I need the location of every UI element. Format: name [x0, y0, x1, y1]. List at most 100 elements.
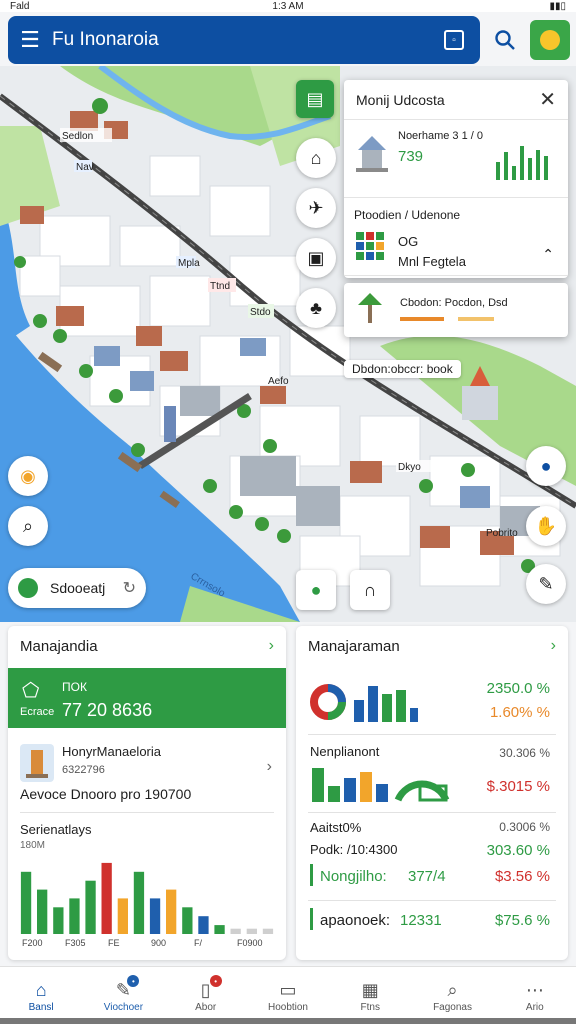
- battery-icon: ▮▮▯: [549, 0, 566, 12]
- profile-button[interactable]: [530, 20, 570, 60]
- map-label-2: Mpla: [178, 258, 200, 269]
- right-card: Manajaraman › 2350.0 % 1.60% % Nenpliano…: [296, 626, 568, 960]
- chart-tick-label: 900: [151, 938, 166, 948]
- chart-bar: [182, 907, 193, 934]
- popup-sec2-title: Ptoodien / Udenone: [354, 208, 461, 222]
- map-layer-3-button[interactable]: ▣: [296, 238, 336, 278]
- menu-icon[interactable]: ☰: [8, 16, 52, 64]
- nav-item-more[interactable]: ⋯ Ario: [494, 967, 576, 1024]
- pct-1: 2350.0 %: [486, 680, 550, 697]
- chevron-right-icon[interactable]: ›: [551, 637, 556, 655]
- schedule-icon: [18, 578, 38, 598]
- progress-orange: [400, 317, 444, 321]
- schedule-pill[interactable]: Sdooeatj ↻: [8, 568, 146, 608]
- map-label-3: Ttnd: [210, 281, 230, 292]
- book-icon: ▤: [306, 88, 324, 109]
- chart-bar: [69, 898, 80, 934]
- place-popup: Monij Udcosta ✕ Noerhame 3 1 / 0 739 Pto…: [344, 80, 568, 278]
- status-bar: Fald 1:3 AM ▮▮▯: [0, 0, 576, 12]
- tree-icon: ♣: [310, 297, 322, 318]
- zoom-search-button[interactable]: ⌕: [8, 506, 48, 546]
- nav-label: Ario: [525, 1002, 544, 1013]
- hand-icon: ✋: [534, 515, 558, 536]
- chevron-right-icon[interactable]: ›: [269, 637, 274, 655]
- chart-bar: [198, 916, 209, 934]
- chart-bar: [166, 889, 177, 934]
- map-place-chip[interactable]: Dbdon:obccr: book: [344, 360, 461, 378]
- chart-title: Serienatlays: [20, 822, 92, 837]
- map-right-3-button[interactable]: ✎: [526, 564, 566, 604]
- item-line: Aevoce Dnooro pro 190700: [20, 786, 192, 802]
- profile-icon: [540, 30, 560, 50]
- map-chat-button[interactable]: ●: [296, 570, 336, 610]
- left-card: Manajandia › ⬠ ПОК Ecrace 77 20 8636 Hon…: [8, 626, 286, 960]
- popup-section-1[interactable]: Noerhame 3 1 / 0 739: [344, 120, 568, 198]
- divider: [308, 900, 556, 901]
- locate-button[interactable]: ◉: [8, 456, 48, 496]
- nav-item-search[interactable]: ⌕ Fagonas: [411, 967, 493, 1024]
- close-icon[interactable]: ✕: [539, 87, 556, 112]
- row5-marker: [310, 908, 313, 930]
- map-label-1: Nav: [76, 162, 94, 173]
- chart-bar: [230, 928, 241, 934]
- nav-label: Fagonas: [433, 1002, 472, 1013]
- route-icon: ∩: [363, 579, 377, 600]
- popup-title: Monij Udcosta: [356, 91, 445, 108]
- nav-item-doc[interactable]: • ▯ Abor: [165, 967, 247, 1024]
- app-title: Fu Inonaroia: [52, 29, 159, 50]
- schedule-label: Sdooeatj: [50, 580, 106, 596]
- left-card-summary[interactable]: ⬠ ПОК Ecrace 77 20 8636: [8, 668, 286, 728]
- row3-pct: 303.60 %: [486, 842, 550, 859]
- popup-sec3-title: Cbodon: Pocdon, Dsd: [400, 297, 508, 309]
- nav-label: Abor: [195, 1002, 217, 1013]
- row4-num: 377/4: [408, 868, 446, 885]
- popup-section-2[interactable]: Ptoodien / Udenone OG Mnl Fegtela ⌃: [344, 198, 568, 276]
- map-outline-icon: ⬠: [22, 680, 40, 702]
- nav-item-home[interactable]: ⌂ Bansl: [0, 967, 82, 1024]
- map-label-6: Dkyo: [398, 462, 421, 473]
- row4-pct: $3.56 %: [494, 868, 550, 885]
- divider: [308, 734, 556, 735]
- chat-icon: ●: [310, 579, 322, 600]
- map-book-button[interactable]: ▤: [296, 80, 334, 118]
- map-layer-2-button[interactable]: ✈: [296, 188, 336, 228]
- sec2-grid: [356, 232, 384, 260]
- map-layer-1-button[interactable]: ⌂: [296, 138, 336, 178]
- shrine-icon: [20, 744, 54, 782]
- row5-num: 12331: [400, 912, 442, 929]
- nav-item-edit[interactable]: • ✎ Viochoer: [82, 967, 164, 1024]
- pct-2: 1.60% %: [489, 704, 550, 721]
- chart-bar: [85, 880, 96, 934]
- nav-item-camera[interactable]: ▭ Hoobtion: [247, 967, 329, 1024]
- popup-sec1-title: Noerhame 3 1 / 0: [398, 130, 483, 142]
- map-right-2-button[interactable]: ✋: [526, 506, 566, 546]
- chevron-right-icon: ›: [266, 758, 272, 775]
- map-right-1-button[interactable]: ●: [526, 446, 566, 486]
- refresh-icon: ↻: [122, 580, 136, 597]
- bottom-nav: ⌂ Bansl • ✎ Viochoer • ▯ Abor ▭ Hoobtion…: [0, 966, 576, 1024]
- chart-tick-label: F200: [22, 938, 43, 948]
- band-value: 77 20 8636: [62, 700, 153, 720]
- magnifier-icon: ⌕: [22, 515, 34, 536]
- bus-icon: ▣: [307, 247, 325, 268]
- left-card-title: Manajandia: [20, 637, 98, 655]
- nav-item-calendar[interactable]: ▦ Ftns: [329, 967, 411, 1024]
- row2-value: 30.306 %: [499, 746, 550, 760]
- map-label-7: Pobrito: [486, 528, 518, 539]
- globe-icon: ●: [540, 455, 552, 476]
- square-icon[interactable]: ▫: [444, 30, 464, 50]
- popup-sec1-value: 739: [398, 148, 424, 165]
- popup-sec2-name: Mnl Fegtela: [398, 254, 466, 269]
- chevron-up-icon[interactable]: ⌃: [542, 246, 554, 263]
- map-route-button[interactable]: ∩: [350, 570, 390, 610]
- search-button[interactable]: [486, 20, 524, 60]
- row4-marker: [310, 864, 313, 886]
- chart-bar: [37, 889, 48, 934]
- item-title: HonyrManaeloria: [62, 744, 161, 759]
- map-layer-4-button[interactable]: ♣: [296, 288, 336, 328]
- popup-section-3[interactable]: Cbodon: Pocdon, Dsd: [344, 283, 568, 337]
- left-card-item[interactable]: HonyrManaeloria 6322796 › Aevoce Dnooro …: [8, 732, 286, 812]
- band-label: ПОК: [62, 680, 87, 694]
- progress-light: [458, 317, 494, 321]
- chart-tick-label: F/: [194, 938, 202, 948]
